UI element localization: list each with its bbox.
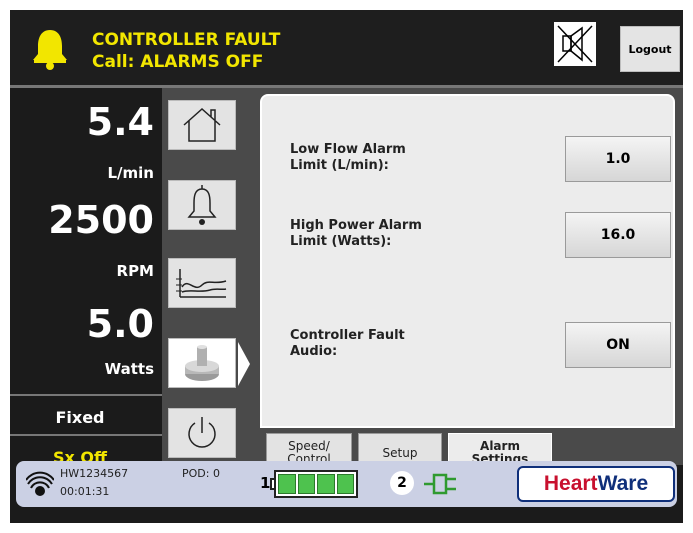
mode-divider — [10, 434, 162, 436]
high-power-limit-button[interactable]: 16.0 — [565, 212, 671, 258]
bell-icon — [187, 185, 217, 225]
alarm-header: CONTROLLER FAULT Call: ALARMS OFF Logout — [10, 10, 683, 85]
speed-unit: RPM — [116, 262, 154, 280]
nav-power-button[interactable] — [168, 408, 236, 458]
fault-audio-label-line1: Controller Fault — [290, 328, 405, 343]
high-power-label-line2: Limit (Watts): — [290, 234, 392, 249]
heartware-logo: Heart Ware — [517, 466, 675, 502]
high-power-label: High Power Alarm Limit (Watts): — [290, 218, 422, 250]
logout-button[interactable]: Logout — [620, 26, 680, 72]
fault-audio-toggle-button[interactable]: ON — [565, 322, 671, 368]
readings-column: 5.4 L/min 2500 RPM 5.0 Watts Fixed Sx Of… — [10, 88, 162, 467]
battery-cell — [336, 474, 354, 494]
nav-home-button[interactable] — [168, 100, 236, 150]
low-flow-label-line2: Limit (L/min): — [290, 158, 389, 173]
power-value: 5.0 — [86, 302, 154, 346]
power-icon — [188, 417, 216, 448]
alarm-bell-icon — [33, 30, 67, 70]
nav-pump-settings-button[interactable] — [168, 338, 236, 388]
fault-audio-label: Controller Fault Audio: — [290, 328, 405, 360]
ac-plug-icon — [424, 473, 456, 495]
speed-value: 2500 — [48, 198, 154, 242]
pod-indicator: POD: 0 — [182, 467, 220, 480]
power-source-2-number: 2 — [390, 471, 414, 495]
audio-mute-button[interactable] — [554, 22, 596, 66]
battery-1-number: 1 — [260, 474, 271, 492]
alarm-title: CONTROLLER FAULT — [92, 30, 281, 50]
waveform-icon — [176, 269, 227, 298]
speed-mode-label: Fixed — [55, 408, 105, 427]
pump-image — [185, 345, 219, 381]
speaker-muted-icon — [557, 25, 593, 63]
high-power-label-line1: High Power Alarm — [290, 218, 422, 233]
battery-1-icon — [274, 470, 358, 498]
alarm-settings-content: Low Flow Alarm Limit (L/min): 1.0 High P… — [260, 94, 675, 428]
alarm-call-status: Call: ALARMS OFF — [92, 52, 264, 72]
flow-value: 5.4 — [86, 100, 154, 144]
active-selection-arrow — [238, 342, 250, 386]
low-flow-label: Low Flow Alarm Limit (L/min): — [290, 142, 406, 174]
tab-setup-label: Setup — [382, 445, 418, 460]
device-serial: HW1234567 — [60, 467, 129, 480]
wireless-signal-icon — [26, 471, 54, 496]
fault-audio-label-line2: Audio: — [290, 344, 338, 359]
low-flow-limit-button[interactable]: 1.0 — [565, 136, 671, 182]
settings-panel: Low Flow Alarm Limit (L/min): 1.0 High P… — [252, 88, 683, 473]
elapsed-time: 00:01:31 — [60, 485, 110, 498]
nav-trend-button[interactable] — [168, 258, 236, 308]
pump-controller-screen: CONTROLLER FAULT Call: ALARMS OFF Logout… — [10, 10, 683, 523]
status-bar: HW1234567 00:01:31 POD: 0 1 2 Heart Ware — [16, 461, 677, 507]
flow-unit: L/min — [107, 164, 155, 182]
low-flow-label-line1: Low Flow Alarm — [290, 142, 406, 157]
battery-cell — [317, 474, 335, 494]
navigation-column — [162, 88, 252, 465]
brand-part-heart: Heart — [543, 472, 598, 495]
brand-part-ware: Ware — [597, 472, 649, 495]
battery-cell — [278, 474, 296, 494]
nav-alarm-button[interactable] — [168, 180, 236, 230]
power-unit: Watts — [104, 360, 154, 378]
home-icon — [183, 107, 221, 142]
battery-cell — [297, 474, 315, 494]
readings-divider — [10, 394, 162, 396]
